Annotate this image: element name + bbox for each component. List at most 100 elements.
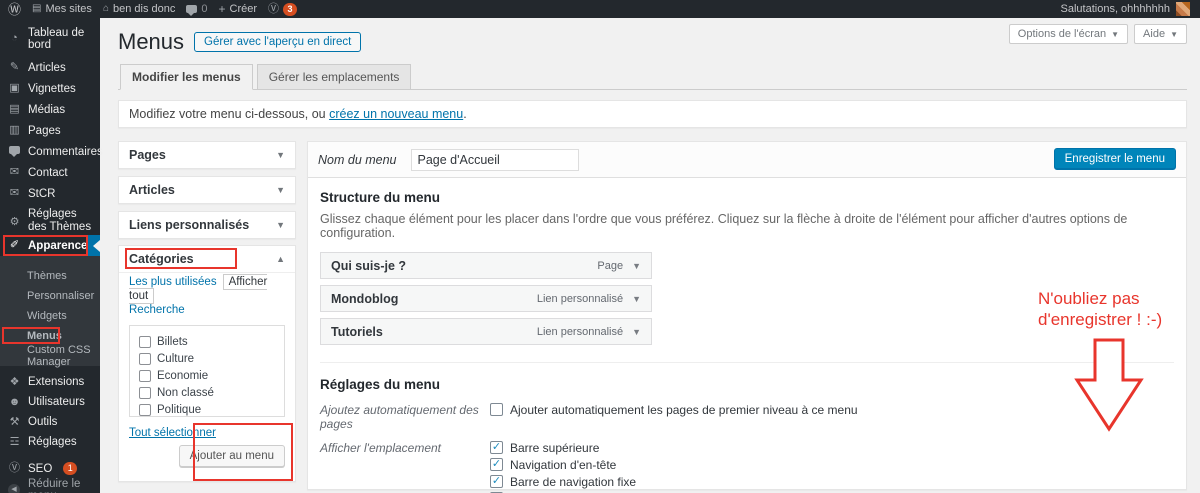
menu-item-tutoriels[interactable]: Tutoriels Lien personnalisé ▼ bbox=[320, 318, 652, 345]
sidebar-item-label: SEO bbox=[28, 463, 52, 475]
new-content-menu[interactable]: + Créer bbox=[219, 3, 258, 15]
live-preview-button[interactable]: Gérer avec l'aperçu en direct bbox=[194, 32, 361, 52]
category-checkbox-culture[interactable]: Culture bbox=[139, 350, 284, 367]
sidebar-item-posts[interactable]: ✎ Articles bbox=[0, 57, 100, 78]
category-label: Non classé bbox=[157, 387, 214, 399]
sidebar-item-label: Réglages des Thèmes bbox=[28, 208, 98, 234]
comments-shortcut[interactable]: 0 bbox=[186, 3, 207, 15]
add-to-menu-button[interactable]: Ajouter au menu bbox=[179, 445, 285, 467]
auto-add-option-label: Ajouter automatiquement les pages de pre… bbox=[510, 403, 858, 417]
accordion-posts-header[interactable]: Articles ▼ bbox=[119, 177, 295, 203]
submenu-item-customize[interactable]: Personnaliser bbox=[0, 286, 100, 306]
sidebar-item-settings[interactable]: ☲ Réglages bbox=[0, 432, 100, 452]
accordion-custom-links-header[interactable]: Liens personnalisés ▼ bbox=[119, 212, 295, 238]
help-button[interactable]: Aide ▼ bbox=[1134, 24, 1187, 44]
tab-edit-menus[interactable]: Modifier les menus bbox=[120, 64, 253, 90]
category-checkbox-billets[interactable]: Billets bbox=[139, 333, 284, 350]
auto-add-checkbox-row[interactable]: Ajouter automatiquement les pages de pre… bbox=[490, 402, 858, 417]
save-menu-button-top[interactable]: Enregistrer le menu bbox=[1054, 148, 1176, 170]
wordpress-logo-icon: Ⓦ bbox=[8, 3, 21, 16]
screen-options-label: Options de l'écran bbox=[1018, 28, 1106, 40]
accordion-posts: Articles ▼ bbox=[118, 176, 296, 204]
categories-panel-body: Les plus utiliséesAfficher tout Recherch… bbox=[119, 272, 295, 481]
checkbox-checked[interactable]: ✓ bbox=[490, 441, 503, 454]
chevron-down-icon: ▼ bbox=[276, 150, 285, 160]
location-checkbox-top-bar[interactable]: ✓ Barre supérieure bbox=[490, 440, 656, 455]
submenu-item-widgets[interactable]: Widgets bbox=[0, 306, 100, 326]
category-checkbox-non-classe[interactable]: Non classé bbox=[139, 384, 284, 401]
tab-search[interactable]: Recherche bbox=[129, 304, 185, 316]
sidebar-item-label: Médias bbox=[28, 104, 65, 116]
sidebar-item-label: Articles bbox=[28, 62, 66, 74]
sidebar-item-theme-settings[interactable]: ⚙ Réglages des Thèmes bbox=[0, 210, 100, 231]
chevron-up-icon: ▲ bbox=[276, 254, 285, 264]
site-name-menu[interactable]: ⌂ ben dis donc bbox=[103, 3, 175, 15]
accordion-categories-header[interactable]: Catégories ▲ bbox=[119, 246, 295, 272]
checkbox-unchecked[interactable] bbox=[139, 336, 151, 348]
checkbox-unchecked[interactable] bbox=[490, 403, 503, 416]
select-all-link[interactable]: Tout sélectionner bbox=[129, 427, 216, 439]
create-new-menu-link[interactable]: créez un nouveau menu bbox=[329, 107, 463, 121]
seo-toolbar-menu[interactable]: Ⓥ 3 bbox=[268, 3, 297, 16]
sidebar-item-users[interactable]: ☻ Utilisateurs bbox=[0, 392, 100, 412]
mail-icon: ✉ bbox=[8, 167, 21, 178]
plugin-icon: ❖ bbox=[8, 377, 21, 388]
category-checkbox-politique[interactable]: Politique bbox=[139, 401, 284, 417]
chevron-down-icon: ▼ bbox=[276, 185, 285, 195]
wordpress-logo-menu[interactable]: Ⓦ bbox=[8, 3, 21, 16]
check-icon: ✓ bbox=[492, 476, 501, 487]
comments-icon bbox=[8, 146, 21, 157]
menu-name-input[interactable] bbox=[411, 149, 579, 171]
category-checkbox-economie[interactable]: Economie bbox=[139, 367, 284, 384]
checkbox-checked[interactable]: ✓ bbox=[490, 458, 503, 471]
network-sites-icon: ▤ bbox=[32, 4, 41, 14]
sidebar-item-seo[interactable]: Ⓥ SEO 1 bbox=[0, 458, 100, 479]
sidebar-item-appearance[interactable]: ✐ Apparence bbox=[0, 235, 100, 256]
my-sites-menu[interactable]: ▤ Mes sites bbox=[32, 3, 92, 15]
sidebar-item-dashboard[interactable]: ◔ Tableau de bord bbox=[0, 28, 100, 49]
sidebar-item-plugins[interactable]: ❖ Extensions bbox=[0, 372, 100, 392]
sidebar-item-media[interactable]: ▤ Médias bbox=[0, 99, 100, 120]
sidebar-item-comments[interactable]: Commentaires bbox=[0, 141, 100, 162]
submenu-item-menus[interactable]: Menus bbox=[0, 326, 100, 346]
check-icon: ✓ bbox=[492, 459, 501, 470]
chevron-down-icon[interactable]: ▼ bbox=[632, 294, 641, 304]
tab-manage-locations[interactable]: Gérer les emplacements bbox=[257, 64, 412, 90]
plus-icon: + bbox=[219, 3, 226, 15]
pages-icon: ▥ bbox=[8, 125, 21, 136]
checkbox-unchecked[interactable] bbox=[139, 370, 151, 382]
menu-item-qui-suis-je[interactable]: Qui suis-je ? Page ▼ bbox=[320, 252, 652, 279]
chevron-down-icon[interactable]: ▼ bbox=[632, 327, 641, 337]
sidebar-item-label: Réduire le menu bbox=[28, 478, 100, 493]
display-location-label: Afficher l'emplacement bbox=[320, 440, 490, 493]
accordion-pages-header[interactable]: Pages ▼ bbox=[119, 142, 295, 168]
category-label: Economie bbox=[157, 370, 208, 382]
sidebar-item-label: Tableau de bord bbox=[28, 27, 100, 51]
location-checkbox-fixed-nav[interactable]: ✓ Barre de navigation fixe bbox=[490, 474, 656, 489]
user-avatar[interactable] bbox=[1176, 2, 1190, 16]
media-icon: ▤ bbox=[8, 104, 21, 115]
sidebar-item-pages[interactable]: ▥ Pages bbox=[0, 120, 100, 141]
sidebar-item-collapse-menu[interactable]: ◀ Réduire le menu bbox=[0, 479, 100, 493]
menu-editor-body: Structure du menu Glissez chaque élément… bbox=[308, 178, 1186, 493]
checkbox-unchecked[interactable] bbox=[139, 387, 151, 399]
submenu-item-themes[interactable]: Thèmes bbox=[0, 266, 100, 286]
sidebar-item-stcr[interactable]: ✉ StCR bbox=[0, 183, 100, 204]
greeting-text[interactable]: Salutations, ohhhhhhh bbox=[1061, 3, 1170, 15]
sidebar-item-tools[interactable]: ⚒ Outils bbox=[0, 412, 100, 432]
submenu-item-custom-css[interactable]: Custom CSS Manager bbox=[0, 346, 100, 366]
location-checkbox-header-nav[interactable]: ✓ Navigation d'en-tête bbox=[490, 457, 656, 472]
help-label: Aide bbox=[1143, 28, 1165, 40]
sidebar-item-thumbnails[interactable]: ▣ Vignettes bbox=[0, 78, 100, 99]
checkbox-unchecked[interactable] bbox=[139, 353, 151, 365]
chevron-down-icon: ▼ bbox=[1170, 30, 1178, 39]
category-label: Culture bbox=[157, 353, 194, 365]
sidebar-item-label: Commentaires bbox=[28, 146, 103, 158]
chevron-down-icon[interactable]: ▼ bbox=[632, 261, 641, 271]
menu-item-mondoblog[interactable]: Mondoblog Lien personnalisé ▼ bbox=[320, 285, 652, 312]
tab-most-used[interactable]: Les plus utilisées bbox=[129, 276, 217, 288]
sidebar-item-contact[interactable]: ✉ Contact bbox=[0, 162, 100, 183]
screen-options-button[interactable]: Options de l'écran ▼ bbox=[1009, 24, 1128, 44]
checkbox-unchecked[interactable] bbox=[139, 404, 151, 416]
checkbox-checked[interactable]: ✓ bbox=[490, 475, 503, 488]
